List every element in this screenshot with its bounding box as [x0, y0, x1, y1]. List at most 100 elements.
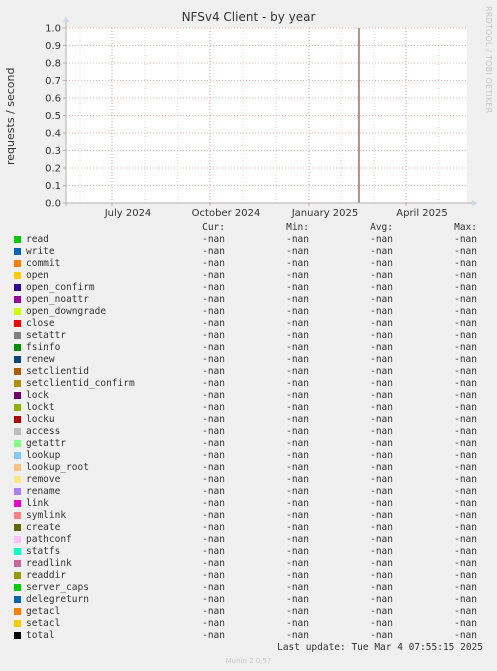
legend-value-max: -nan	[454, 426, 477, 437]
legend-value-cur: -nan	[202, 318, 225, 329]
legend-value-max: -nan	[454, 342, 477, 353]
y-tick-label: 0.3	[45, 146, 61, 157]
legend-label: lookup_root	[26, 462, 89, 473]
legend-swatch	[14, 548, 21, 555]
legend-value-cur: -nan	[202, 582, 225, 593]
legend-value-avg: -nan	[370, 282, 393, 293]
legend-value-min: -nan	[286, 318, 309, 329]
legend-value-max: -nan	[454, 582, 477, 593]
legend-value-cur: -nan	[202, 558, 225, 569]
legend-value-max: -nan	[454, 594, 477, 605]
legend-value-max: -nan	[454, 474, 477, 485]
legend-row-access: access -nan -nan -nan -nan	[0, 426, 497, 438]
legend-value-avg: -nan	[370, 594, 393, 605]
legend-value-min: -nan	[286, 474, 309, 485]
legend-value-cur: -nan	[202, 426, 225, 437]
legend-value-min: -nan	[286, 510, 309, 521]
legend-value-min: -nan	[286, 570, 309, 581]
legend-swatch	[14, 608, 21, 615]
legend-value-cur: -nan	[202, 270, 225, 281]
y-tick-label: 0.7	[45, 76, 61, 87]
legend-value-avg: -nan	[370, 438, 393, 449]
legend-value-avg: -nan	[370, 606, 393, 617]
legend-value-min: -nan	[286, 534, 309, 545]
legend-value-min: -nan	[286, 282, 309, 293]
y-tick-label: 0.9	[45, 41, 61, 52]
legend-swatch	[14, 344, 21, 351]
legend-value-max: -nan	[454, 546, 477, 557]
y-axis-arrow	[63, 16, 69, 22]
legend-label: locku	[26, 414, 55, 425]
y-tick-label: 0.1	[45, 181, 61, 192]
legend-value-max: -nan	[454, 366, 477, 377]
legend-label: link	[26, 498, 49, 509]
legend-value-max: -nan	[454, 510, 477, 521]
legend-value-max: -nan	[454, 618, 477, 629]
legend-value-min: -nan	[286, 234, 309, 245]
legend-value-cur: -nan	[202, 282, 225, 293]
legend-row-setclientid-confirm: setclientid_confirm -nan -nan -nan -nan	[0, 378, 497, 390]
legend-value-avg: -nan	[370, 570, 393, 581]
legend-header: Cur: Min: Avg: Max:	[0, 222, 497, 234]
legend-row-statfs: statfs -nan -nan -nan -nan	[0, 546, 497, 558]
legend-label: open_confirm	[26, 282, 95, 293]
legend-row-total: total -nan -nan -nan -nan	[0, 630, 497, 642]
legend-value-avg: -nan	[370, 294, 393, 305]
legend-value-max: -nan	[454, 570, 477, 581]
legend-label: setacl	[26, 618, 61, 629]
legend-value-cur: -nan	[202, 390, 225, 401]
legend-value-min: -nan	[286, 402, 309, 413]
legend-value-cur: -nan	[202, 462, 225, 473]
legend-value-avg: -nan	[370, 390, 393, 401]
legend-value-min: -nan	[286, 558, 309, 569]
legend-value-cur: -nan	[202, 234, 225, 245]
legend-row-open-noattr: open_noattr -nan -nan -nan -nan	[0, 294, 497, 306]
y-tick-label: 0.6	[45, 94, 61, 105]
legend-value-avg: -nan	[370, 306, 393, 317]
legend-swatch	[14, 236, 21, 243]
legend-label: lockt	[26, 402, 55, 413]
legend-row-create: create -nan -nan -nan -nan	[0, 522, 497, 534]
legend-value-cur: -nan	[202, 522, 225, 533]
legend-label: access	[26, 426, 61, 437]
x-tick-label: January 2025	[291, 208, 359, 219]
legend-swatch	[14, 320, 21, 327]
legend-row-server-caps: server_caps -nan -nan -nan -nan	[0, 582, 497, 594]
legend-value-avg: -nan	[370, 366, 393, 377]
legend-label: readdir	[26, 570, 67, 581]
legend-swatch	[14, 452, 21, 459]
legend-swatch	[14, 524, 21, 531]
legend-value-min: -nan	[286, 462, 309, 473]
legend-value-avg: -nan	[370, 426, 393, 437]
x-tick-label: April 2025	[396, 208, 447, 219]
legend-value-cur: -nan	[202, 402, 225, 413]
legend-row-symlink: symlink -nan -nan -nan -nan	[0, 510, 497, 522]
legend-value-min: -nan	[286, 342, 309, 353]
legend-value-cur: -nan	[202, 594, 225, 605]
legend-swatch	[14, 464, 21, 471]
legend-label: fsinfo	[26, 342, 61, 353]
legend-label: pathconf	[26, 534, 72, 545]
legend-value-cur: -nan	[202, 294, 225, 305]
legend-value-max: -nan	[454, 462, 477, 473]
legend-value-cur: -nan	[202, 450, 225, 461]
legend-value-max: -nan	[454, 558, 477, 569]
legend-label: getattr	[26, 438, 67, 449]
legend-value-cur: -nan	[202, 606, 225, 617]
legend-label: server_caps	[26, 582, 89, 593]
legend-swatch	[14, 512, 21, 519]
y-tick-label: 0.2	[45, 164, 61, 175]
legend-label: delegreturn	[26, 594, 89, 605]
legend-swatch	[14, 308, 21, 315]
legend-value-min: -nan	[286, 390, 309, 401]
legend-swatch	[14, 296, 21, 303]
legend-label: rename	[26, 486, 61, 497]
header-max: Max:	[454, 222, 477, 233]
legend-label: open	[26, 270, 49, 281]
legend-value-max: -nan	[454, 294, 477, 305]
legend-value-cur: -nan	[202, 546, 225, 557]
legend-value-avg: -nan	[370, 234, 393, 245]
legend-value-avg: -nan	[370, 582, 393, 593]
legend-value-max: -nan	[454, 630, 477, 641]
legend-row-fsinfo: fsinfo -nan -nan -nan -nan	[0, 342, 497, 354]
